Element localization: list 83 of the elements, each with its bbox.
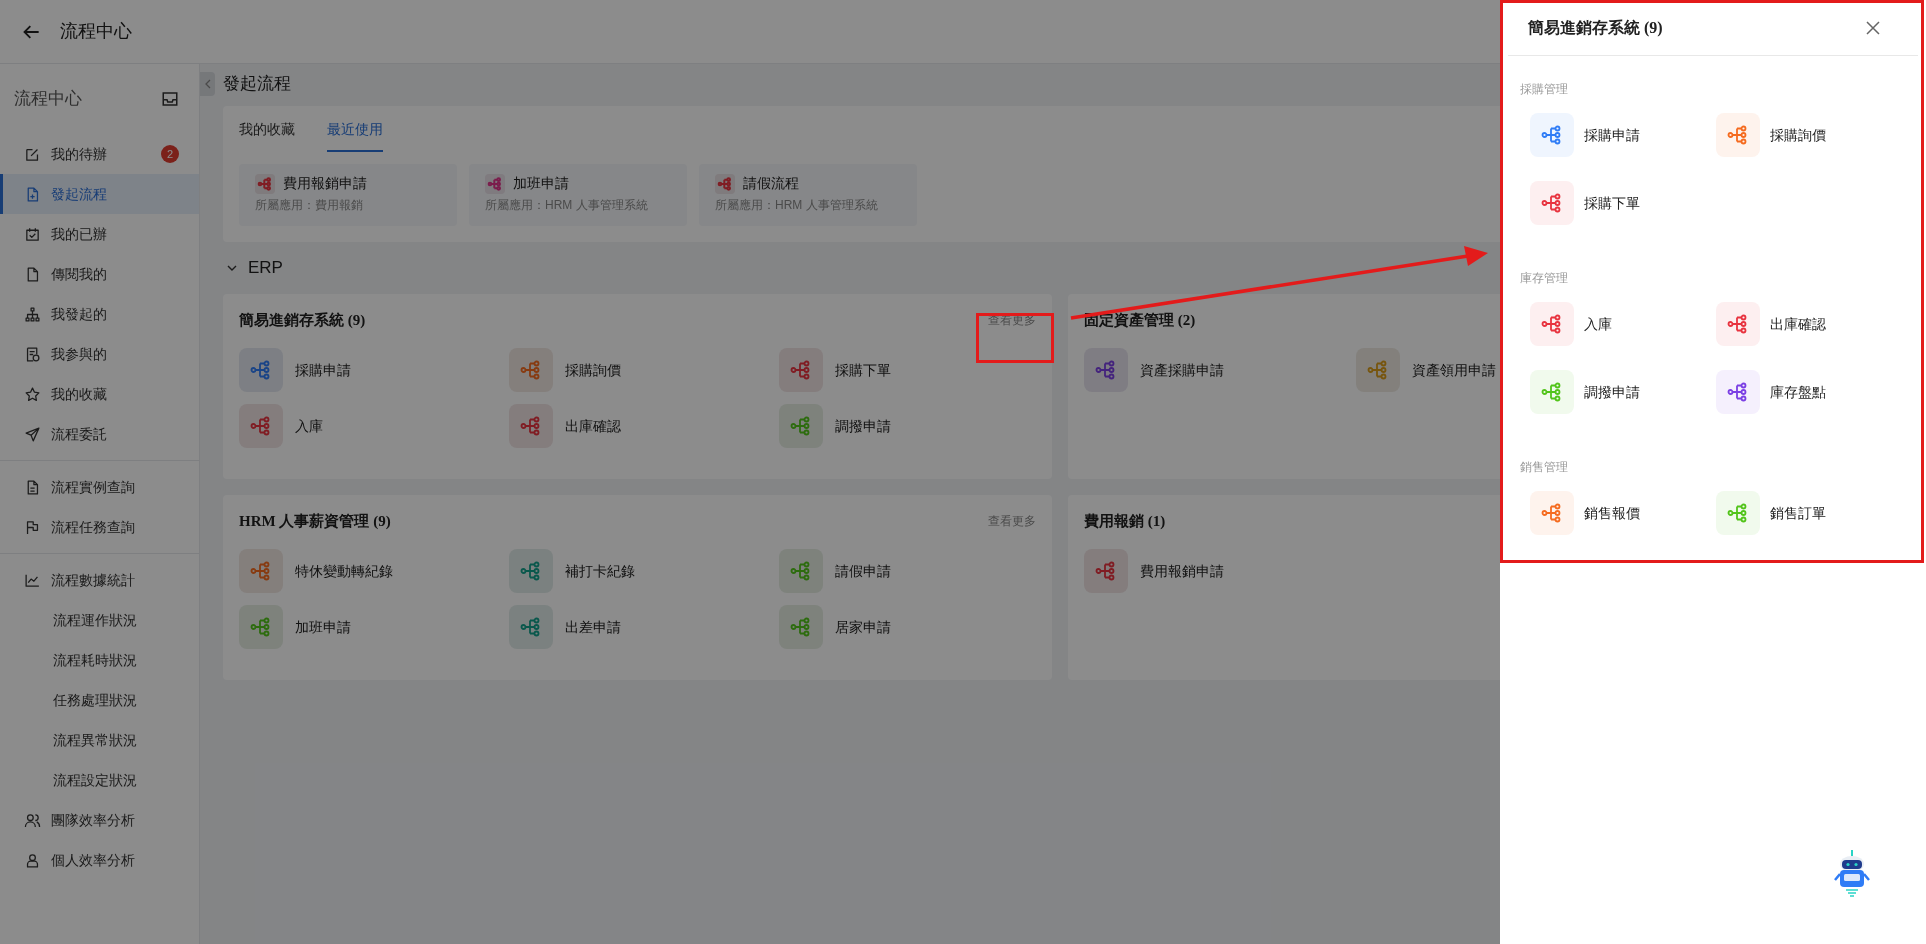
view-more-link[interactable]: 查看更多: [988, 512, 1036, 530]
sidebar-item[interactable]: 流程耗時狀況: [0, 640, 199, 680]
collapse-button[interactable]: [200, 72, 215, 96]
sidebar-item[interactable]: 任務處理狀況: [0, 680, 199, 720]
process-name: 加班申請: [513, 174, 569, 193]
tab[interactable]: 我的收藏: [239, 119, 295, 152]
group-label: 採購管理: [1520, 81, 1569, 98]
process-tile[interactable]: [1530, 181, 1574, 225]
process-name[interactable]: 資產採購申請: [1140, 359, 1224, 381]
process-name[interactable]: 出差申請: [565, 616, 621, 638]
sidebar-item[interactable]: 團隊效率分析: [0, 800, 199, 840]
process-name[interactable]: 調撥申請: [835, 415, 891, 437]
flag-icon: [24, 518, 41, 536]
process-name[interactable]: 採購申請: [1584, 124, 1640, 146]
process-tile[interactable]: [1716, 113, 1760, 157]
tab[interactable]: 最近使用: [327, 119, 383, 152]
process-name[interactable]: 調撥申請: [1584, 381, 1640, 403]
close-button[interactable]: [1866, 20, 1880, 35]
sidebar-item[interactable]: 我参與的: [0, 334, 199, 374]
hierarchy-icon: [24, 305, 41, 323]
process-name[interactable]: 出庫確認: [1770, 313, 1826, 335]
user-icon: [24, 851, 41, 869]
process-name[interactable]: 銷售報價: [1584, 502, 1640, 524]
calendar-check-icon: [24, 225, 41, 243]
sidebar-item[interactable]: 流程運作狀況: [0, 600, 199, 640]
star-icon: [24, 385, 41, 403]
sidebar-item[interactable]: 個人效率分析: [0, 840, 199, 880]
sidebar-item[interactable]: 我的已辦: [0, 214, 199, 254]
card-title: HRM 人事薪資管理 (9): [239, 511, 391, 531]
process-tile[interactable]: [1530, 491, 1574, 535]
process-name[interactable]: 採購詢價: [1770, 124, 1826, 146]
sidebar-item[interactable]: 流程任務查詢: [0, 507, 199, 547]
process-name[interactable]: 特休變動轉紀錄: [295, 560, 393, 582]
process-name[interactable]: 請假申請: [835, 560, 891, 582]
process-name[interactable]: 採購下單: [835, 359, 891, 381]
sidebar-item[interactable]: 發起流程: [0, 174, 199, 214]
close-icon: [1866, 20, 1880, 35]
process-name[interactable]: 加班申請: [295, 616, 351, 638]
process-name[interactable]: 採購詢價: [565, 359, 621, 381]
process-name: 費用報銷申請: [283, 174, 367, 193]
sidebar-item[interactable]: 流程異常狀況: [0, 720, 199, 760]
process-tile[interactable]: [1716, 370, 1760, 414]
process-name[interactable]: 銷售訂單: [1770, 502, 1826, 524]
sidebar-item[interactable]: 流程數據統計: [0, 560, 199, 600]
process-name[interactable]: 入庫: [1584, 313, 1612, 335]
process-name[interactable]: 出庫確認: [565, 415, 621, 437]
group-heading: ERP: [248, 257, 283, 280]
process-tile[interactable]: [1530, 370, 1574, 414]
process-name: 請假流程: [743, 174, 799, 193]
team-icon: [24, 811, 41, 829]
process-name[interactable]: 採購申請: [295, 359, 351, 381]
sidebar-item[interactable]: 我發起的: [0, 294, 199, 334]
send-icon: [24, 425, 41, 443]
process-tile[interactable]: [1530, 302, 1574, 346]
sidebar-item[interactable]: 流程實例查詢: [0, 467, 199, 507]
process-tile[interactable]: [1716, 302, 1760, 346]
card-title: 簡易進銷存系統 (9): [239, 310, 366, 330]
process-name[interactable]: 採購下單: [1584, 192, 1640, 214]
section-heading: 發起流程: [223, 73, 291, 95]
sidebar-item[interactable]: 流程委託: [0, 414, 199, 454]
card-title: 費用報銷 (1): [1084, 511, 1166, 531]
process-tile[interactable]: [1530, 113, 1574, 157]
count-badge: 2: [161, 145, 179, 163]
form-check-icon: [24, 345, 41, 363]
process-name[interactable]: 入庫: [295, 415, 323, 437]
process-name[interactable]: 庫存盤點: [1770, 381, 1826, 403]
sidebar-title: 流程中心: [14, 88, 82, 111]
inbox-icon[interactable]: [161, 90, 179, 108]
process-name[interactable]: 費用報銷申請: [1140, 560, 1224, 582]
process-tile[interactable]: [1716, 491, 1760, 535]
sidebar-item[interactable]: 傳閱我的: [0, 254, 199, 294]
sidebar-item[interactable]: 流程設定狀況: [0, 760, 199, 800]
sidebar-item[interactable]: 我的收藏: [0, 374, 199, 414]
chevron-left-icon: [203, 79, 212, 89]
process-name[interactable]: 補打卡紀錄: [565, 560, 635, 582]
process-name[interactable]: 居家申請: [835, 616, 891, 638]
group-label: 銷售管理: [1520, 459, 1569, 476]
group-label: 庫存管理: [1520, 270, 1569, 287]
app-label: 所屬應用：費用報銷: [255, 197, 364, 214]
process-name[interactable]: 資產領用申請: [1412, 359, 1496, 381]
drawer-title: 簡易進銷存系統 (9): [1528, 17, 1663, 39]
sidebar-item[interactable]: 我的待辦 2: [0, 134, 199, 174]
page-header-title: 流程中心: [60, 20, 132, 43]
